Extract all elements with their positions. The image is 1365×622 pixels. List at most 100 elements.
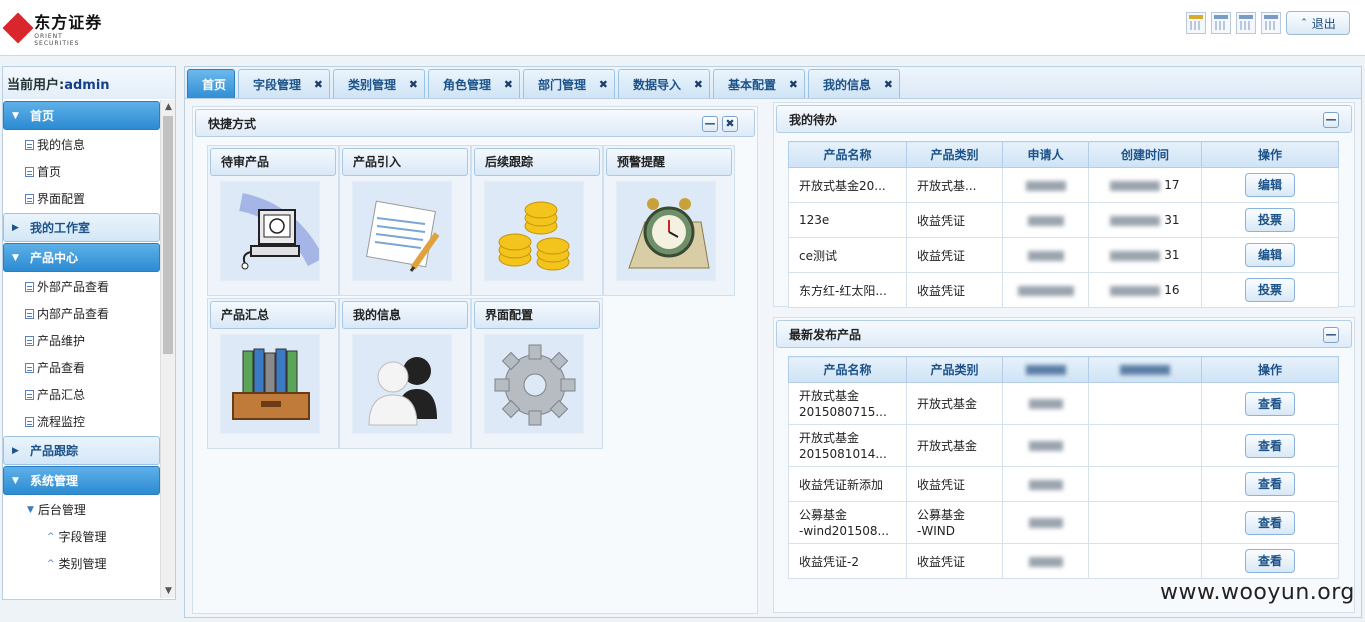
view-button[interactable]: 查看 xyxy=(1245,433,1295,458)
view-button[interactable]: 查看 xyxy=(1245,472,1295,496)
table-row: 开放式基金20... 开放式基... 17 编辑 xyxy=(788,167,1339,203)
sidebar-item-home[interactable]: 首页 xyxy=(3,158,160,185)
logout-button[interactable]: ⌃ 退出 xyxy=(1286,11,1350,35)
tree-leaf-icon: ^ xyxy=(47,558,55,569)
close-icon[interactable]: ✖ xyxy=(409,78,418,91)
sidebar-group-home[interactable]: ▼ 首页 xyxy=(3,101,160,130)
table-row: 开放式基金 2015081014... 开放式基金 查看 xyxy=(788,424,1339,467)
tree-expand-icon: ▼ xyxy=(27,504,34,515)
vote-button[interactable]: 投票 xyxy=(1245,278,1295,302)
document-icon xyxy=(25,193,34,204)
current-user: 当前用户:admin xyxy=(3,67,175,99)
tile-warning[interactable]: 预警提醒 xyxy=(603,145,735,296)
sidebar-item-my-info[interactable]: 我的信息 xyxy=(3,131,160,158)
tile-ui-config[interactable]: 界面配置 xyxy=(471,298,603,449)
redacted-text xyxy=(1027,215,1064,226)
sidebar-item-product-view[interactable]: 产品查看 xyxy=(3,354,160,381)
minimize-icon[interactable]: — xyxy=(702,116,718,132)
redacted-text xyxy=(1028,479,1063,490)
tile-product-import[interactable]: 产品引入 xyxy=(339,145,471,296)
calendar-icon[interactable] xyxy=(1261,12,1281,34)
vote-button[interactable]: 投票 xyxy=(1245,208,1295,232)
tab-basic-config[interactable]: 基本配置 ✖ xyxy=(713,69,805,99)
tile-follow-up[interactable]: 后续跟踪 xyxy=(471,145,603,296)
table-row: 123e 收益凭证 31 投票 xyxy=(788,202,1339,238)
tab-home[interactable]: 首页 xyxy=(187,69,235,99)
document-icon xyxy=(25,389,34,400)
sidebar-item-internal-products[interactable]: 内部产品查看 xyxy=(3,300,160,327)
scrollbar-thumb[interactable] xyxy=(163,116,173,354)
document-pencil-icon xyxy=(352,181,452,281)
sidebar-item-backend[interactable]: ▼ 后台管理 xyxy=(3,496,160,523)
table-header-row: 产品名称 产品类别 操作 xyxy=(788,356,1339,383)
table-row: 收益凭证-2 收益凭证 查看 xyxy=(788,543,1339,579)
sidebar-item-flow-monitor[interactable]: 流程监控 xyxy=(3,408,160,435)
close-icon[interactable]: ✖ xyxy=(314,78,323,91)
users-icon xyxy=(352,334,452,434)
sidebar-item-external-products[interactable]: 外部产品查看 xyxy=(3,273,160,300)
todo-panel-header: 我的待办 — xyxy=(776,105,1352,133)
redacted-text xyxy=(1028,441,1063,451)
close-icon[interactable]: ✖ xyxy=(789,78,798,91)
caret-down-icon: ▼ xyxy=(12,110,19,121)
calendar-yellow-icon[interactable] xyxy=(1186,12,1206,34)
tab-dept-manage[interactable]: 部门管理 ✖ xyxy=(523,69,615,99)
sidebar-group-studio[interactable]: ▶ 我的工作室 xyxy=(3,213,160,242)
close-icon[interactable]: ✖ xyxy=(504,78,513,91)
sidebar: 当前用户:admin ▼ 首页 我的信息 首页 界面配置 ▶ 我的工作室 ▼ 产品中心… xyxy=(2,66,176,600)
sidebar-group-product[interactable]: ▼ 产品中心 xyxy=(3,243,160,272)
scroll-down-icon[interactable]: ▼ xyxy=(161,584,176,598)
edit-button[interactable]: 编辑 xyxy=(1245,243,1295,267)
tab-role-manage[interactable]: 角色管理 ✖ xyxy=(428,69,520,99)
redacted-text xyxy=(1028,556,1063,567)
tab-field-manage[interactable]: 字段管理 ✖ xyxy=(238,69,330,99)
sidebar-menu: ▼ 首页 我的信息 首页 界面配置 ▶ 我的工作室 ▼ 产品中心 外部产品查看 内部产… xyxy=(3,100,160,598)
sidebar-item-category-manage[interactable]: ^ 类别管理 xyxy=(3,550,160,577)
sidebar-group-system[interactable]: ▼ 系统管理 xyxy=(3,466,160,495)
table-row: ce测试 收益凭证 31 编辑 xyxy=(788,237,1339,273)
document-icon xyxy=(25,139,34,150)
tab-my-info[interactable]: 我的信息 ✖ xyxy=(808,69,900,99)
scroll-up-icon[interactable]: ▲ xyxy=(161,100,176,114)
sidebar-item-ui-config[interactable]: 界面配置 xyxy=(3,185,160,212)
calendar-icon[interactable] xyxy=(1236,12,1256,34)
tab-category-manage[interactable]: 类别管理 ✖ xyxy=(333,69,425,99)
quick-panel-header: 快捷方式 — ✖ xyxy=(195,109,755,137)
document-icon xyxy=(25,335,34,346)
logo-diamond-icon xyxy=(2,12,34,44)
document-icon xyxy=(25,362,34,373)
close-icon[interactable]: ✖ xyxy=(722,116,738,132)
redacted-text xyxy=(1027,250,1064,261)
watermark: www.wooyun.org xyxy=(1160,580,1355,605)
tile-my-info[interactable]: 我的信息 xyxy=(339,298,471,449)
minimize-icon[interactable]: — xyxy=(1323,327,1339,343)
caret-right-icon: ▶ xyxy=(12,222,19,233)
minimize-icon[interactable]: — xyxy=(1323,112,1339,128)
sidebar-scrollbar[interactable]: ▲ ▼ xyxy=(160,100,175,598)
redacted-text xyxy=(1025,180,1066,191)
sidebar-item-product-maintain[interactable]: 产品维护 xyxy=(3,327,160,354)
latest-products-panel: 最新发布产品 — 产品名称 产品类别 操作 开放式基金 2015080715...… xyxy=(773,317,1355,613)
sidebar-item-field-manage[interactable]: ^ 字段管理 xyxy=(3,523,160,550)
close-icon[interactable]: ✖ xyxy=(599,78,608,91)
tile-product-summary[interactable]: 产品汇总 xyxy=(207,298,339,449)
view-button[interactable]: 查看 xyxy=(1245,510,1295,535)
close-icon[interactable]: ✖ xyxy=(884,78,893,91)
sidebar-group-track[interactable]: ▶ 产品跟踪 xyxy=(3,436,160,465)
redacted-text xyxy=(1025,365,1066,375)
tab-data-import[interactable]: 数据导入 ✖ xyxy=(618,69,710,99)
gear-icon xyxy=(484,334,584,434)
calendar-icon[interactable] xyxy=(1211,12,1231,34)
sidebar-item-product-summary[interactable]: 产品汇总 xyxy=(3,381,160,408)
computer-icon xyxy=(220,181,320,281)
todo-table: 产品名称 产品类别 申请人 创建时间 操作 开放式基金20... 开放式基... 17 编… xyxy=(788,141,1339,308)
todo-panel: 我的待办 — 产品名称 产品类别 申请人 创建时间 操作 开放式基金20... 开放式基.… xyxy=(773,102,1355,308)
chevron-up-icon: ⌃ xyxy=(1300,18,1308,28)
edit-button[interactable]: 编辑 xyxy=(1245,173,1295,197)
view-button[interactable]: 查看 xyxy=(1245,391,1295,416)
tile-pending-products[interactable]: 待审产品 xyxy=(207,145,339,296)
redacted-text xyxy=(1028,399,1063,409)
redacted-text xyxy=(1110,285,1161,296)
view-button[interactable]: 查看 xyxy=(1245,549,1295,573)
close-icon[interactable]: ✖ xyxy=(694,78,703,91)
